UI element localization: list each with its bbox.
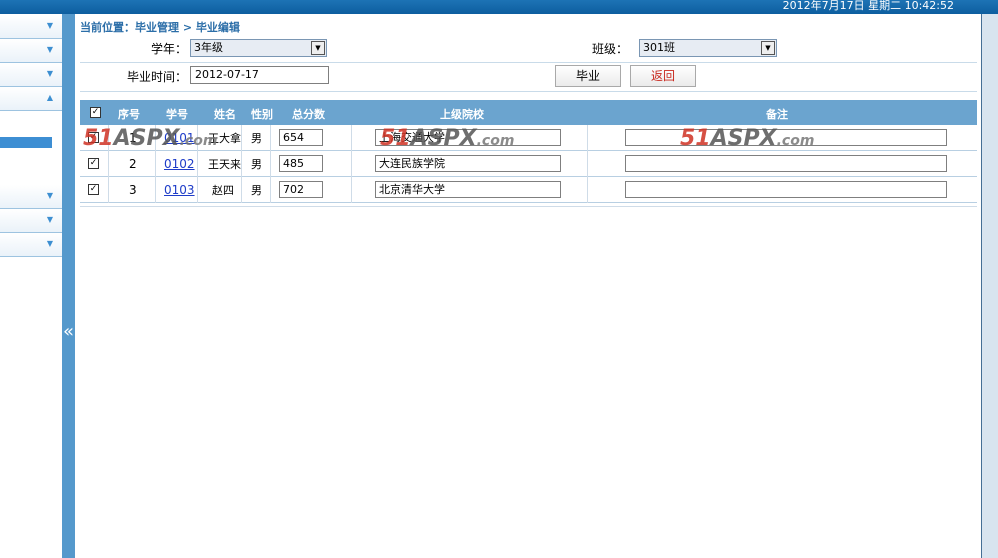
- form-divider: [80, 62, 977, 63]
- remark-input[interactable]: [625, 181, 947, 198]
- graduation-table: ✓ 序号 学号 姓名 性别 总分数 上级院校 备注 ✓ 1 0101 王大拿 男…: [80, 100, 977, 207]
- chevron-up-icon: ▲: [46, 93, 53, 102]
- row-select-cell: ✓: [80, 177, 109, 203]
- table-header: ✓ 序号 学号 姓名 性别 总分数 上级院校 备注: [80, 100, 977, 125]
- score-input[interactable]: 654: [279, 129, 323, 146]
- return-button[interactable]: 返回: [630, 65, 696, 87]
- school-cell: 大连民族学院: [352, 151, 588, 177]
- chevron-down-icon: ▼: [46, 191, 53, 200]
- seq-value: 2: [129, 157, 137, 171]
- table-footer: [80, 203, 977, 207]
- gender-cell: 男: [242, 125, 271, 151]
- column-header: 序号: [118, 108, 140, 121]
- class-label: 班级：: [592, 42, 629, 56]
- column-header: 上级院校: [440, 108, 484, 121]
- student-gender: 男: [251, 158, 262, 171]
- school-input[interactable]: 大连民族学院: [375, 155, 561, 172]
- column-header: 性别: [251, 108, 273, 121]
- seq-cell: 3: [109, 177, 156, 203]
- column-header: 总分数: [292, 108, 325, 121]
- column-header: 学号: [166, 108, 188, 121]
- score-cell: 654: [271, 125, 352, 151]
- watermark: 51ASPX.com: [380, 126, 515, 151]
- row-checkbox[interactable]: ✓: [88, 158, 99, 169]
- seq-value: 3: [129, 183, 137, 197]
- sidebar-menu-7[interactable]: ▼: [0, 233, 62, 257]
- class-select[interactable]: 301班 ▼: [639, 39, 777, 57]
- right-scroll-edge[interactable]: [981, 14, 998, 558]
- chevron-down-icon: ▼: [46, 69, 53, 78]
- sidebar-menu-1[interactable]: ▼: [0, 15, 62, 39]
- sidebar-splitter[interactable]: «: [62, 14, 75, 558]
- score-cell: 485: [271, 151, 352, 177]
- row-checkbox[interactable]: ✓: [88, 184, 99, 195]
- chevron-down-icon: ▼: [46, 215, 53, 224]
- column-header: 姓名: [214, 108, 236, 121]
- top-banner: 2012年7月17日 星期二 10:42:52: [0, 0, 998, 14]
- datetime-label: 2012年7月17日 星期二 10:42:52: [782, 0, 954, 12]
- score-input[interactable]: 702: [279, 181, 323, 198]
- name-cell: 赵四: [198, 177, 242, 203]
- remark-input[interactable]: [625, 155, 947, 172]
- class-select-value: 301班: [643, 41, 675, 54]
- chevron-down-icon[interactable]: ▼: [761, 41, 775, 55]
- row-select-cell: ✓: [80, 151, 109, 177]
- student-gender: 男: [251, 132, 262, 145]
- student-name: 赵四: [212, 184, 234, 197]
- score-input[interactable]: 485: [279, 155, 323, 172]
- table-row: ✓ 2 0102 王天来 男 485 大连民族学院: [80, 151, 977, 177]
- chevron-down-icon: ▼: [46, 239, 53, 248]
- main-content: 当前位置：毕业管理 > 毕业编辑 学年： 3年级 ▼ 班级： 301班 ▼ 毕业…: [75, 14, 981, 558]
- column-header: 备注: [766, 108, 788, 121]
- gender-cell: 男: [242, 151, 271, 177]
- sidebar: ▼ ▼ ▼ ▲ ▼ ▼ ▼: [0, 14, 62, 558]
- sidebar-menu-5[interactable]: ▼: [0, 185, 62, 209]
- breadcrumb: 当前位置：毕业管理 > 毕业编辑: [80, 21, 240, 34]
- year-select[interactable]: 3年级 ▼: [190, 39, 327, 57]
- graduation-date-input[interactable]: 2012-07-17: [190, 66, 329, 84]
- chevron-down-icon: ▼: [46, 45, 53, 54]
- student-id-link[interactable]: 0103: [164, 183, 195, 197]
- student-gender: 男: [251, 184, 262, 197]
- collapse-sidebar-icon[interactable]: «: [62, 322, 75, 342]
- table-row: ✓ 3 0103 赵四 男 702 北京清华大学: [80, 177, 977, 203]
- score-cell: 702: [271, 177, 352, 203]
- sidebar-menu-2[interactable]: ▼: [0, 39, 62, 63]
- chevron-down-icon[interactable]: ▼: [311, 41, 325, 55]
- year-label: 学年：: [151, 42, 188, 56]
- school-input[interactable]: 北京清华大学: [375, 181, 561, 198]
- school-cell: 北京清华大学: [352, 177, 588, 203]
- sidebar-menu-6[interactable]: ▼: [0, 209, 62, 233]
- form-divider: [80, 91, 977, 92]
- sidebar-menu-4[interactable]: ▲: [0, 87, 62, 111]
- watermark: 51ASPX.com: [680, 126, 815, 151]
- date-label: 毕业时间：: [127, 70, 188, 84]
- remark-cell: [588, 177, 977, 203]
- remark-cell: [588, 151, 977, 177]
- chevron-down-icon: ▼: [46, 21, 53, 30]
- seq-cell: 2: [109, 151, 156, 177]
- year-select-value: 3年级: [194, 41, 223, 54]
- id-cell: 0103: [156, 177, 198, 203]
- name-cell: 王天来: [198, 151, 242, 177]
- graduate-button[interactable]: 毕业: [555, 65, 621, 87]
- sidebar-menu-3[interactable]: ▼: [0, 63, 62, 87]
- gender-cell: 男: [242, 177, 271, 203]
- sidebar-selected-item[interactable]: [0, 137, 52, 148]
- select-all-checkbox[interactable]: ✓: [90, 107, 101, 118]
- id-cell: 0102: [156, 151, 198, 177]
- watermark: 51ASPX.com: [83, 126, 218, 151]
- student-name: 王天来: [208, 158, 241, 171]
- student-id-link[interactable]: 0102: [164, 157, 195, 171]
